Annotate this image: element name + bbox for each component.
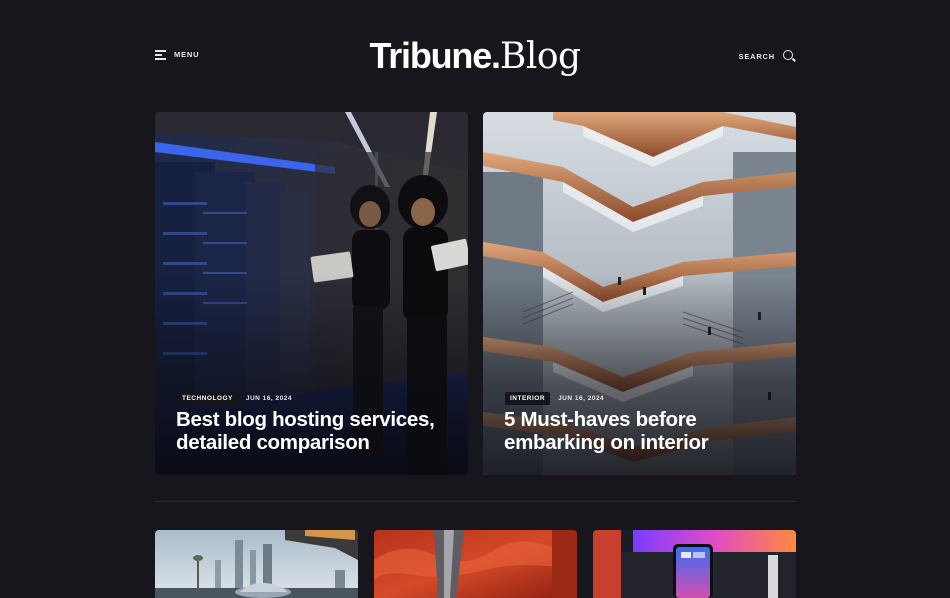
post-thumbnail[interactable]: [374, 530, 577, 598]
site-header: MENU Tribune.Blog SEARCH: [0, 0, 950, 112]
post-thumbnail[interactable]: [155, 530, 358, 598]
logo-text-secondary: Blog: [499, 36, 581, 77]
search-label: SEARCH: [738, 51, 775, 61]
search-button[interactable]: SEARCH: [738, 50, 796, 62]
post-date: JUN 16, 2024: [245, 395, 292, 402]
post-title[interactable]: Best blog hosting services, detailed com…: [176, 408, 456, 454]
post-thumbnail[interactable]: [593, 530, 796, 598]
smartphone-on-desk-with-monitor-image: [593, 530, 796, 598]
search-icon: [783, 50, 796, 62]
featured-post-card[interactable]: TECHNOLOGY JUN 16, 2024 Best blog hostin…: [155, 112, 468, 475]
red-fabric-close-up-image: [374, 530, 577, 598]
section-divider: [155, 501, 796, 502]
featured-post-card[interactable]: INTERIOR JUN 16, 2024 5 Must-haves befor…: [483, 112, 796, 475]
post-title[interactable]: 5 Must-haves before embarking on interio…: [504, 408, 784, 454]
site-logo[interactable]: Tribune.Blog: [0, 34, 950, 79]
city-skyline-with-sports-car-image: [155, 530, 358, 598]
post-meta: INTERIOR JUN 16, 2024: [505, 392, 604, 405]
post-date: JUN 16, 2024: [558, 395, 605, 402]
post-meta: TECHNOLOGY JUN 16, 2024: [177, 392, 292, 405]
category-tag[interactable]: INTERIOR: [505, 392, 551, 405]
logo-text-primary: Tribune.: [369, 35, 501, 76]
category-tag[interactable]: TECHNOLOGY: [177, 392, 238, 405]
